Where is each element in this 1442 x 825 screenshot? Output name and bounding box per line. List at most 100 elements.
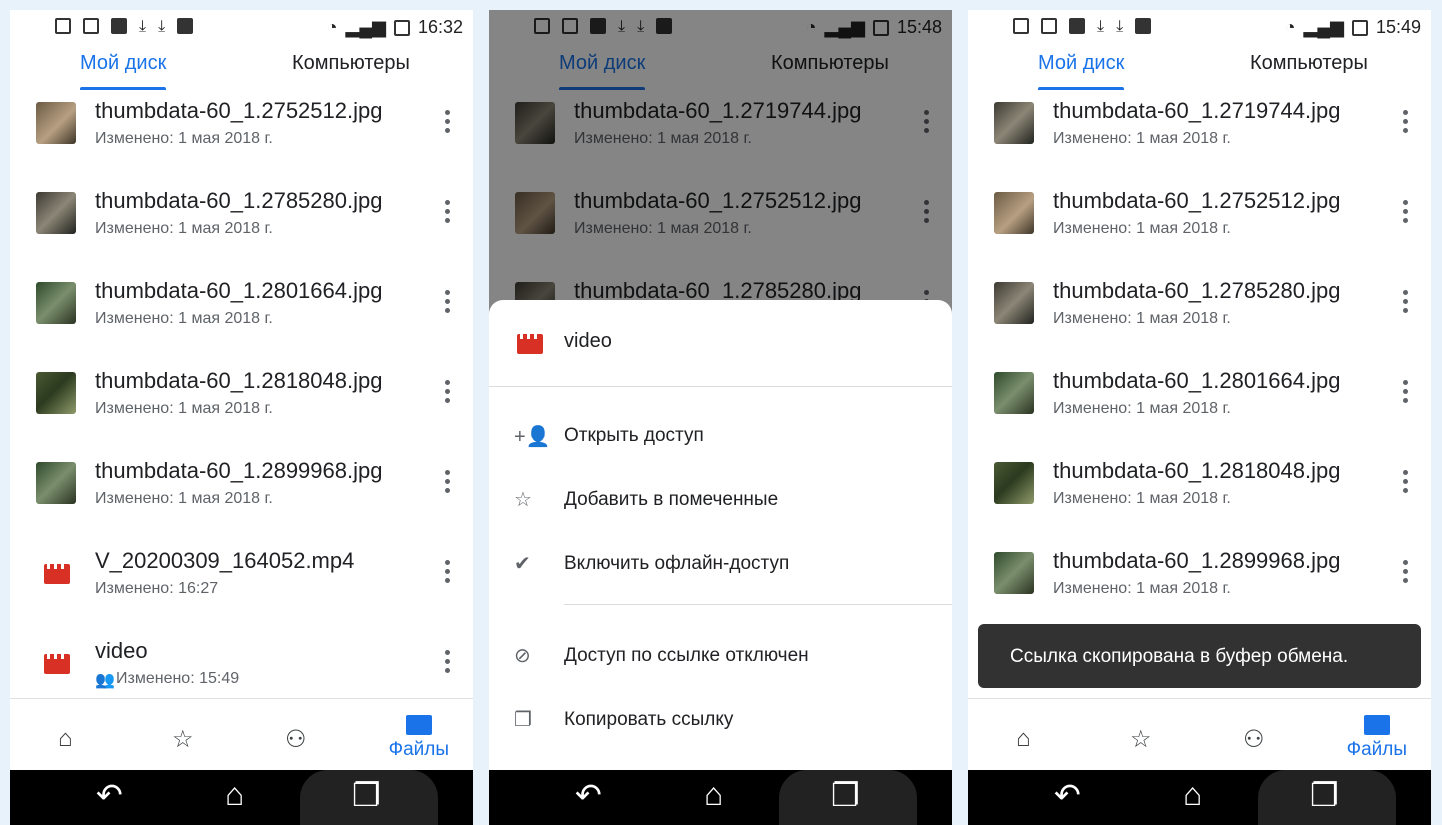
phone-screen-1: ⤓ ⤓ ◔ ▂▄▆ 16:32 Мой диск Компьютеры thum… [10,10,473,825]
file-modified: Изменено: 1 мая 2018 г. [95,400,273,417]
menu-item-share[interactable]: Открыть доступ [564,425,704,447]
back-icon[interactable]: ↶ [96,776,123,814]
file-name: thumbdata-60_1.2785280.jpg [95,188,383,213]
recents-icon: ❐ [831,777,860,813]
shared-people-icon[interactable]: ⚇ [1243,725,1265,754]
system-navigation-bar: ↶ ⌂ ❐ [489,770,952,825]
file-row[interactable]: thumbdata-60_1.2801664.jpg Изменено: 1 м… [10,276,473,366]
menu-item-star[interactable]: Добавить в помеченные [564,489,778,511]
file-row[interactable]: V_20200309_164052.mp4 Изменено: 16:27 [10,546,473,636]
home-system-icon[interactable]: ⌂ [704,776,723,813]
nav-files-label: Файлы [1346,739,1407,760]
folder-icon [1363,715,1390,735]
file-modified: Изменено: 1 мая 2018 г. [1053,220,1231,237]
copy-icon: ❐ [514,709,532,731]
tab-bar: Мой диск Компьютеры [10,46,473,96]
home-icon[interactable]: ⌂ [1016,725,1031,753]
file-name: thumbdata-60_1.2818048.jpg [95,368,383,393]
file-thumbnail [994,372,1034,414]
nav-files[interactable]: Файлы [1347,715,1407,761]
file-row[interactable]: thumbdata-60_1.2818048.jpg Изменено: 1 м… [968,456,1431,546]
file-modified: Изменено: 1 мая 2018 г. [95,490,273,507]
file-thumbnail [994,552,1034,594]
recent-apps-button[interactable]: ❐ [300,770,438,825]
file-row[interactable]: thumbdata-60_1.2899968.jpg Изменено: 1 м… [968,546,1431,636]
more-options-icon[interactable] [445,560,451,586]
more-options-icon[interactable] [1403,470,1409,496]
file-modified: Изменено: 1 мая 2018 г. [1053,400,1231,417]
snackbar: Ссылка скопирована в буфер обмена. [978,624,1421,688]
battery-icon [393,19,410,36]
download-icon: ⤓ [1116,18,1124,35]
divider [489,386,952,387]
file-name: thumbdata-60_1.2752512.jpg [1053,188,1341,213]
file-thumbnail [36,372,76,414]
file-row[interactable]: thumbdata-60_1.2719744.jpg Изменено: 1 м… [968,96,1431,186]
more-options-icon[interactable] [1403,560,1409,586]
file-row[interactable]: thumbdata-60_1.2752512.jpg Изменено: 1 м… [10,96,473,186]
nav-files[interactable]: Файлы [389,715,449,761]
home-system-icon[interactable]: ⌂ [1183,776,1202,813]
file-thumbnail [994,282,1034,324]
star-icon[interactable]: ☆ [1130,725,1152,754]
file-thumbnail [36,282,76,324]
more-options-icon[interactable] [1403,200,1409,226]
file-row[interactable]: thumbdata-60_1.2752512.jpg Изменено: 1 м… [968,186,1431,276]
recent-apps-button[interactable]: ❐ [1258,770,1396,825]
notification-icons: ⤓ ⤓ [55,18,194,36]
tab-my-drive[interactable]: Мой диск [1038,52,1125,90]
file-modified: Изменено: 1 мая 2018 г. [1053,490,1231,507]
video-file-icon [44,654,70,674]
more-options-icon[interactable] [445,200,451,226]
more-options-icon[interactable] [445,290,451,316]
more-options-icon[interactable] [445,650,451,676]
file-name: video [95,638,148,663]
file-row[interactable]: thumbdata-60_1.2818048.jpg Изменено: 1 м… [10,366,473,456]
shared-people-icon[interactable]: ⚇ [285,725,307,754]
file-modified: Изменено: 1 мая 2018 г. [1053,310,1231,327]
file-row[interactable]: thumbdata-60_1.2899968.jpg Изменено: 1 м… [10,456,473,546]
star-icon[interactable]: ☆ [172,725,194,754]
menu-item-copy-link[interactable]: Копировать ссылку [564,709,733,731]
tab-computers[interactable]: Компьютеры [292,52,410,75]
system-navigation-bar: ↶ ⌂ ❐ [968,770,1431,825]
file-name: thumbdata-60_1.2801664.jpg [1053,368,1341,393]
file-modified: Изменено: 15:49 [116,670,240,687]
file-list: thumbdata-60_1.2752512.jpg Изменено: 1 м… [10,96,473,726]
back-icon[interactable]: ↶ [575,776,602,814]
home-system-icon[interactable]: ⌂ [225,776,244,813]
clock: 16:32 [417,17,463,37]
recent-apps-button[interactable]: ❐ [779,770,917,825]
folder-icon [405,715,432,735]
file-row[interactable]: thumbdata-60_1.2785280.jpg Изменено: 1 м… [10,186,473,276]
tab-my-drive[interactable]: Мой диск [80,52,167,90]
home-icon[interactable]: ⌂ [58,725,73,753]
file-name: thumbdata-60_1.2719744.jpg [1053,98,1341,123]
file-row[interactable]: thumbdata-60_1.2801664.jpg Изменено: 1 м… [968,366,1431,456]
sd-card-icon [1135,18,1152,34]
tab-computers[interactable]: Компьютеры [1250,52,1368,75]
offline-check-icon: ✔ [514,553,531,575]
more-options-icon[interactable] [1403,110,1409,136]
menu-item-offline[interactable]: Включить офлайн-доступ [564,553,789,575]
back-icon[interactable]: ↶ [1054,776,1081,814]
file-name: thumbdata-60_1.2752512.jpg [95,98,383,123]
notification-icons: ⤓ ⤓ [1013,18,1152,36]
status-bar: ⤓ ⤓ ◔ ▂▄▆ 15:49 [968,10,1431,46]
file-modified: Изменено: 16:27 [95,580,219,597]
notification-icon [55,18,71,34]
more-options-icon[interactable] [445,380,451,406]
tab-bar: Мой диск Компьютеры [968,46,1431,96]
more-options-icon[interactable] [445,110,451,136]
more-options-icon[interactable] [1403,380,1409,406]
file-row[interactable]: thumbdata-60_1.2785280.jpg Изменено: 1 м… [968,276,1431,366]
more-options-icon[interactable] [445,470,451,496]
file-modified: Изменено: 1 мая 2018 г. [95,220,273,237]
phone-screen-3: ⤓ ⤓ ◔ ▂▄▆ 15:49 Мой диск Компьютеры thum… [968,10,1431,825]
link-off-icon: ⊘ [514,645,531,667]
file-modified: Изменено: 1 мая 2018 г. [95,130,273,147]
more-options-icon[interactable] [1403,290,1409,316]
shared-icon: 👥 [95,672,115,689]
menu-item-link-sharing[interactable]: Доступ по ссылке отключен [564,645,809,667]
status-bar: ⤓ ⤓ ◔ ▂▄▆ 16:32 [10,10,473,46]
